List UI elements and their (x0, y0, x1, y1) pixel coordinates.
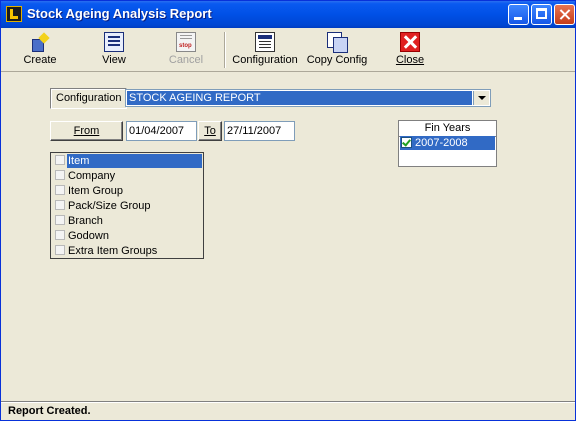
list-item-extra-item-groups[interactable]: Extra Item Groups (52, 244, 202, 258)
list-item-label: Godown (68, 230, 109, 242)
extra-item-groups-checkbox[interactable] (55, 245, 65, 255)
copy-config-label: Copy Config (306, 54, 368, 66)
fin-year-row[interactable]: 2007-2008 (400, 136, 495, 150)
create-icon (30, 32, 50, 52)
maximize-button[interactable] (531, 4, 552, 25)
list-item-label: Company (68, 170, 116, 182)
fin-year-label: 2007-2008 (415, 137, 468, 149)
view-button[interactable]: View (89, 30, 139, 70)
fin-years-list: Fin Years 2007-2008 (398, 120, 497, 167)
configuration-dropdown[interactable]: STOCK AGEING REPORT (125, 89, 491, 107)
title-bar[interactable]: Stock Ageing Analysis Report (1, 1, 575, 28)
configuration-field-label: Configuration (50, 88, 128, 109)
create-label: Create (23, 54, 57, 66)
close-label: Close (395, 54, 425, 66)
close-button[interactable]: Close (390, 30, 430, 70)
app-icon (6, 6, 22, 22)
list-item-item[interactable]: Item (52, 154, 202, 168)
fin-year-checkbox[interactable] (401, 137, 412, 148)
copy-config-button[interactable]: Copy Config (305, 30, 369, 70)
list-item-item-group[interactable]: Item Group (52, 184, 202, 198)
list-item-godown[interactable]: Godown (52, 229, 202, 243)
to-label: To (204, 125, 216, 137)
from-label: From (73, 125, 100, 137)
view-icon (104, 32, 124, 52)
list-item-branch[interactable]: Branch (52, 214, 202, 228)
status-bar: Report Created. (1, 401, 575, 421)
window-title: Stock Ageing Analysis Report (27, 6, 212, 21)
configuration-button[interactable]: Configuration (230, 30, 300, 70)
configuration-label: Configuration (232, 54, 298, 66)
to-date-input[interactable]: 27/11/2007 (224, 121, 295, 141)
toolbar: Create View Cancel Configuration Copy Co… (1, 28, 575, 72)
pack-size-group-checkbox[interactable] (55, 200, 65, 210)
list-item-label: Extra Item Groups (68, 245, 158, 257)
group-by-list: Item Company Item Group Pack/Size Group … (50, 152, 204, 259)
item-group-checkbox[interactable] (55, 185, 65, 195)
list-item-label: Pack/Size Group (68, 200, 151, 212)
status-text: Report Created. (8, 405, 91, 417)
cancel-icon (176, 32, 196, 52)
minimize-button[interactable] (508, 4, 529, 25)
list-item-label: Item (67, 154, 202, 168)
close-icon (400, 32, 420, 52)
cancel-label: Cancel (168, 54, 204, 66)
create-button[interactable]: Create (15, 30, 65, 70)
from-date-button[interactable]: From (50, 121, 123, 141)
branch-checkbox[interactable] (55, 215, 65, 225)
cancel-button[interactable]: Cancel (161, 30, 211, 70)
to-date-button[interactable]: To (198, 121, 222, 141)
list-item-pack-size-group[interactable]: Pack/Size Group (52, 199, 202, 213)
view-label: View (102, 54, 126, 66)
list-item-label: Branch (68, 215, 103, 227)
company-checkbox[interactable] (55, 170, 65, 180)
configuration-selected-value: STOCK AGEING REPORT (127, 91, 472, 105)
fin-years-header: Fin Years (399, 121, 496, 137)
chevron-down-icon[interactable] (473, 91, 489, 105)
list-item-company[interactable]: Company (52, 169, 202, 183)
main-window: Stock Ageing Analysis Report Create View… (0, 0, 576, 421)
configuration-icon (255, 32, 275, 52)
list-item-label: Item Group (68, 185, 124, 197)
toolbar-separator (224, 32, 226, 68)
copy-config-icon (327, 32, 348, 53)
item-checkbox[interactable] (55, 155, 65, 165)
godown-checkbox[interactable] (55, 230, 65, 240)
close-window-button[interactable] (554, 4, 575, 25)
from-date-input[interactable]: 01/04/2007 (126, 121, 197, 141)
